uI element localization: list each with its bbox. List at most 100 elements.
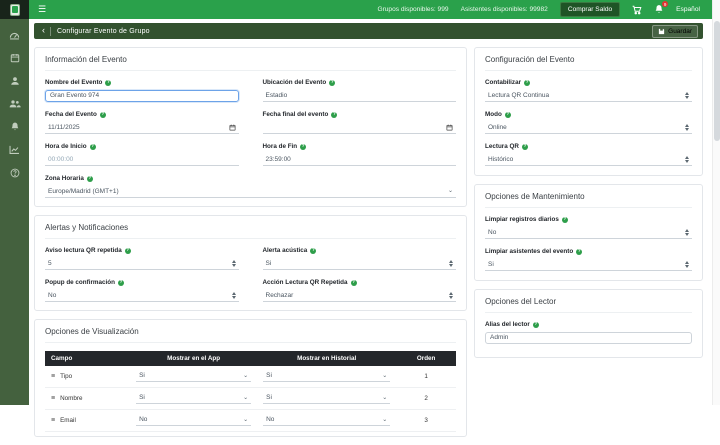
drag-handle-icon[interactable]: ≡: [51, 395, 55, 402]
event-name-input[interactable]: Gran Evento 974: [45, 90, 239, 102]
sidebar-item-dashboard-icon[interactable]: [7, 29, 23, 41]
sidebar-item-user-icon[interactable]: [7, 75, 23, 87]
sidebar-item-users-icon[interactable]: [7, 98, 23, 110]
chevron-down-icon: ⌄: [382, 394, 388, 401]
save-button[interactable]: Guardar: [652, 24, 698, 38]
col-campo: Campo: [45, 351, 131, 366]
calendar-icon: [446, 124, 453, 130]
event-date-input[interactable]: 11/11/2025: [45, 122, 239, 134]
chevron-down-icon: ⌄: [447, 188, 453, 194]
info-icon[interactable]: ?: [576, 248, 583, 255]
display-options-table: Campo Mostrar en el App Mostrar en Histo…: [45, 351, 456, 432]
start-time-label: Hora de Inicio ?: [45, 143, 96, 150]
clear-attendees-label: Limpiar asistentes del evento ?: [485, 248, 583, 255]
info-icon[interactable]: ?: [561, 216, 568, 223]
show-in-app-select[interactable]: Si ⌄: [136, 371, 252, 382]
display-options-title: Opciones de Visualización: [45, 327, 456, 343]
col-historial: Mostrar en Historial: [257, 351, 397, 366]
app-logo[interactable]: [0, 0, 29, 19]
info-icon[interactable]: ?: [310, 247, 317, 254]
show-in-history-select[interactable]: Si ⌄: [263, 393, 391, 404]
clear-daily-select[interactable]: No: [485, 227, 692, 239]
repeat-qr-select[interactable]: 5: [45, 258, 239, 270]
info-icon[interactable]: ?: [350, 279, 357, 286]
info-icon[interactable]: ?: [331, 111, 338, 118]
row-field-label: Tipo: [60, 373, 73, 380]
topbar: ☰ Grupos disponibles: 999 Asistentes dis…: [0, 0, 712, 19]
page-title: Configurar Evento de Grupo: [57, 27, 150, 35]
language-selector[interactable]: Español: [676, 6, 700, 13]
start-time-input[interactable]: 00:00:00: [45, 154, 239, 166]
table-row: ≡ Nombre Si ⌄ Si ⌄ 2: [45, 387, 456, 410]
header-divider: [50, 26, 51, 36]
repeat-action-label: Acción Lectura QR Repetida ?: [262, 279, 357, 286]
sidebar-item-help-icon[interactable]: [7, 167, 23, 179]
clear-attendees-select[interactable]: Si: [485, 259, 692, 271]
timezone-label: Zona Horaria ?: [45, 175, 93, 182]
event-location-input[interactable]: Estadio: [262, 90, 456, 102]
groups-available-label: Grupos disponibles: 999: [377, 6, 449, 13]
show-in-history-select[interactable]: No ⌄: [263, 415, 391, 426]
info-icon[interactable]: ?: [524, 79, 531, 86]
sidebar-item-chart-icon[interactable]: [7, 144, 23, 156]
info-icon[interactable]: ?: [86, 175, 93, 182]
table-row: ≡ Email No ⌄ No ⌄ 3: [45, 409, 456, 432]
event-end-date-input[interactable]: [262, 122, 456, 134]
sidebar-item-bell-icon[interactable]: [7, 121, 23, 133]
cart-icon[interactable]: [632, 5, 642, 15]
sidebar-item-calendar-icon[interactable]: [7, 52, 23, 64]
event-info-card: Información del Evento Nombre del Evento…: [34, 47, 467, 207]
select-arrows-icon: [231, 259, 236, 267]
end-time-input[interactable]: 23:59:00: [262, 154, 456, 166]
show-in-app-select[interactable]: Si ⌄: [136, 393, 252, 404]
event-location-label: Ubicación del Evento ?: [262, 79, 336, 86]
info-icon[interactable]: ?: [532, 321, 539, 328]
drag-handle-icon[interactable]: ≡: [51, 417, 55, 424]
repeat-action-select[interactable]: Rechazar: [262, 290, 456, 302]
info-icon[interactable]: ?: [124, 247, 131, 254]
count-select[interactable]: Lectura QR Continua: [485, 90, 692, 102]
drag-handle-icon[interactable]: ≡: [51, 373, 55, 380]
scrollbar[interactable]: [712, 0, 720, 405]
info-icon[interactable]: ?: [89, 143, 96, 150]
main-content: ‹ Configurar Evento de Grupo Guardar Inf…: [29, 19, 712, 437]
info-icon[interactable]: ?: [300, 143, 307, 150]
timezone-select[interactable]: Europe/Madrid (GMT+1) ⌄: [45, 186, 456, 198]
alerts-title: Alertas y Notificaciones: [45, 223, 456, 239]
reader-options-title: Opciones del Lector: [485, 297, 692, 313]
info-icon[interactable]: ?: [329, 79, 336, 86]
info-icon[interactable]: ?: [521, 143, 528, 150]
select-arrows-icon: [685, 155, 689, 163]
select-arrows-icon: [685, 91, 689, 99]
end-time-label: Hora de Fin ?: [262, 143, 307, 150]
mode-select[interactable]: Online: [485, 122, 692, 134]
info-icon[interactable]: ?: [504, 111, 511, 118]
notifications-bell-icon[interactable]: 9: [654, 1, 669, 15]
chevron-down-icon: ⌄: [382, 416, 388, 423]
table-row: ≡ Tipo Si ⌄ Si ⌄ 1: [45, 366, 456, 388]
buy-balance-button[interactable]: Comprar Saldo: [559, 2, 621, 17]
event-date-label: Fecha del Evento ?: [45, 111, 106, 118]
info-icon[interactable]: ?: [105, 79, 112, 86]
display-options-card: Opciones de Visualización Campo Mostrar …: [34, 319, 467, 437]
info-icon[interactable]: ?: [117, 279, 124, 286]
repeat-qr-label: Aviso lectura QR repetida ?: [45, 247, 131, 254]
hamburger-icon[interactable]: ☰: [38, 5, 46, 14]
popup-confirm-select[interactable]: No: [45, 290, 239, 302]
reader-alias-input[interactable]: Admin: [485, 332, 692, 344]
calendar-icon: [229, 124, 235, 130]
show-in-history-select[interactable]: Si ⌄: [263, 371, 391, 382]
save-floppy-icon: [659, 28, 665, 34]
show-in-app-select[interactable]: No ⌄: [136, 415, 252, 426]
scrollbar-thumb[interactable]: [714, 21, 720, 141]
event-end-date-label: Fecha final del evento ?: [262, 111, 338, 118]
qr-reading-select[interactable]: Histórico: [485, 154, 692, 166]
acoustic-alert-select[interactable]: Si: [262, 258, 456, 270]
chevron-down-icon: ⌄: [243, 416, 249, 423]
save-button-label: Guardar: [668, 27, 692, 35]
chevron-down-icon: ⌄: [243, 372, 249, 379]
info-icon[interactable]: ?: [99, 111, 106, 118]
maintenance-card: Opciones de Mantenimiento Limpiar regist…: [474, 184, 703, 281]
count-label: Contabilizar ?: [485, 79, 531, 86]
back-button[interactable]: ‹: [39, 26, 50, 36]
